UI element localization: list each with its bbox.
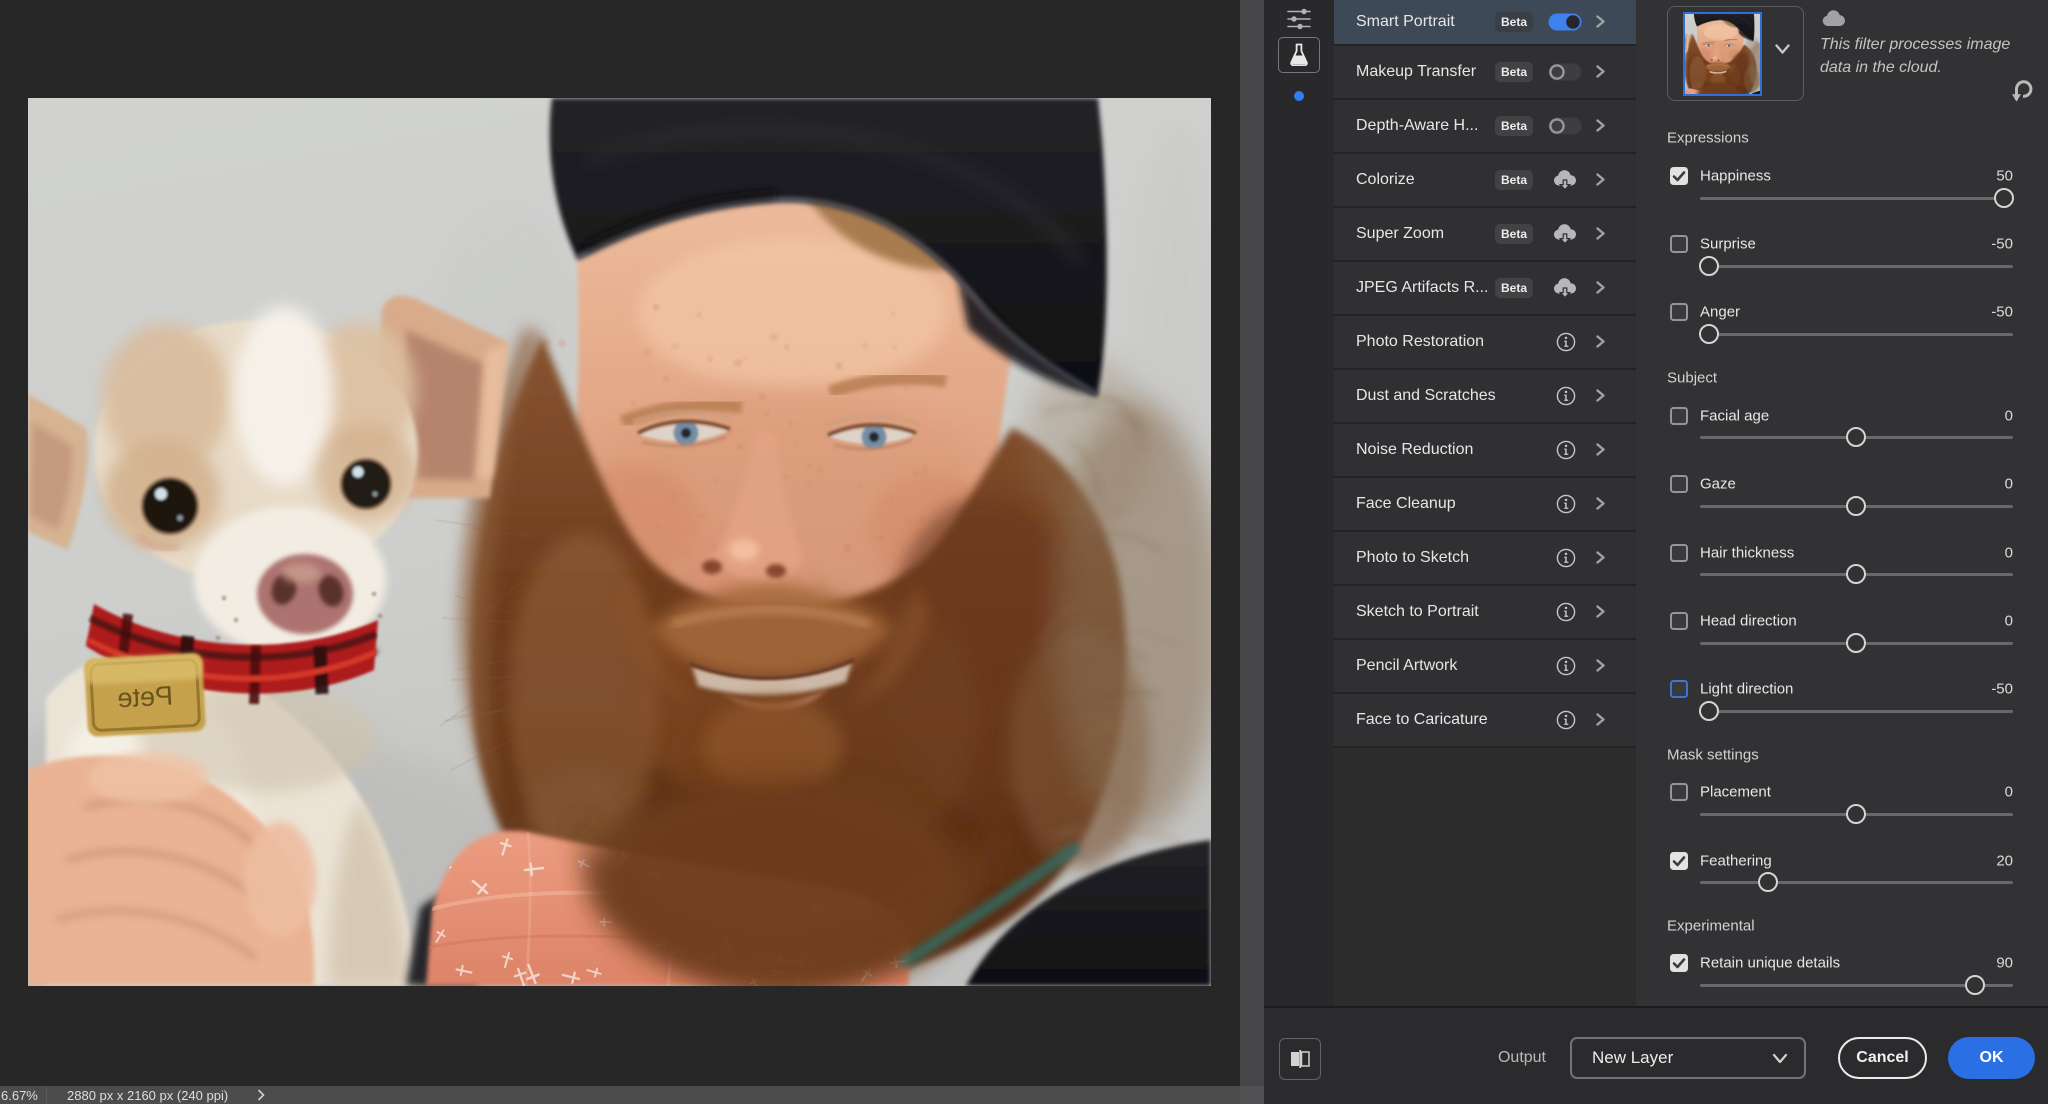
svg-text:Pete: Pete — [117, 681, 174, 714]
